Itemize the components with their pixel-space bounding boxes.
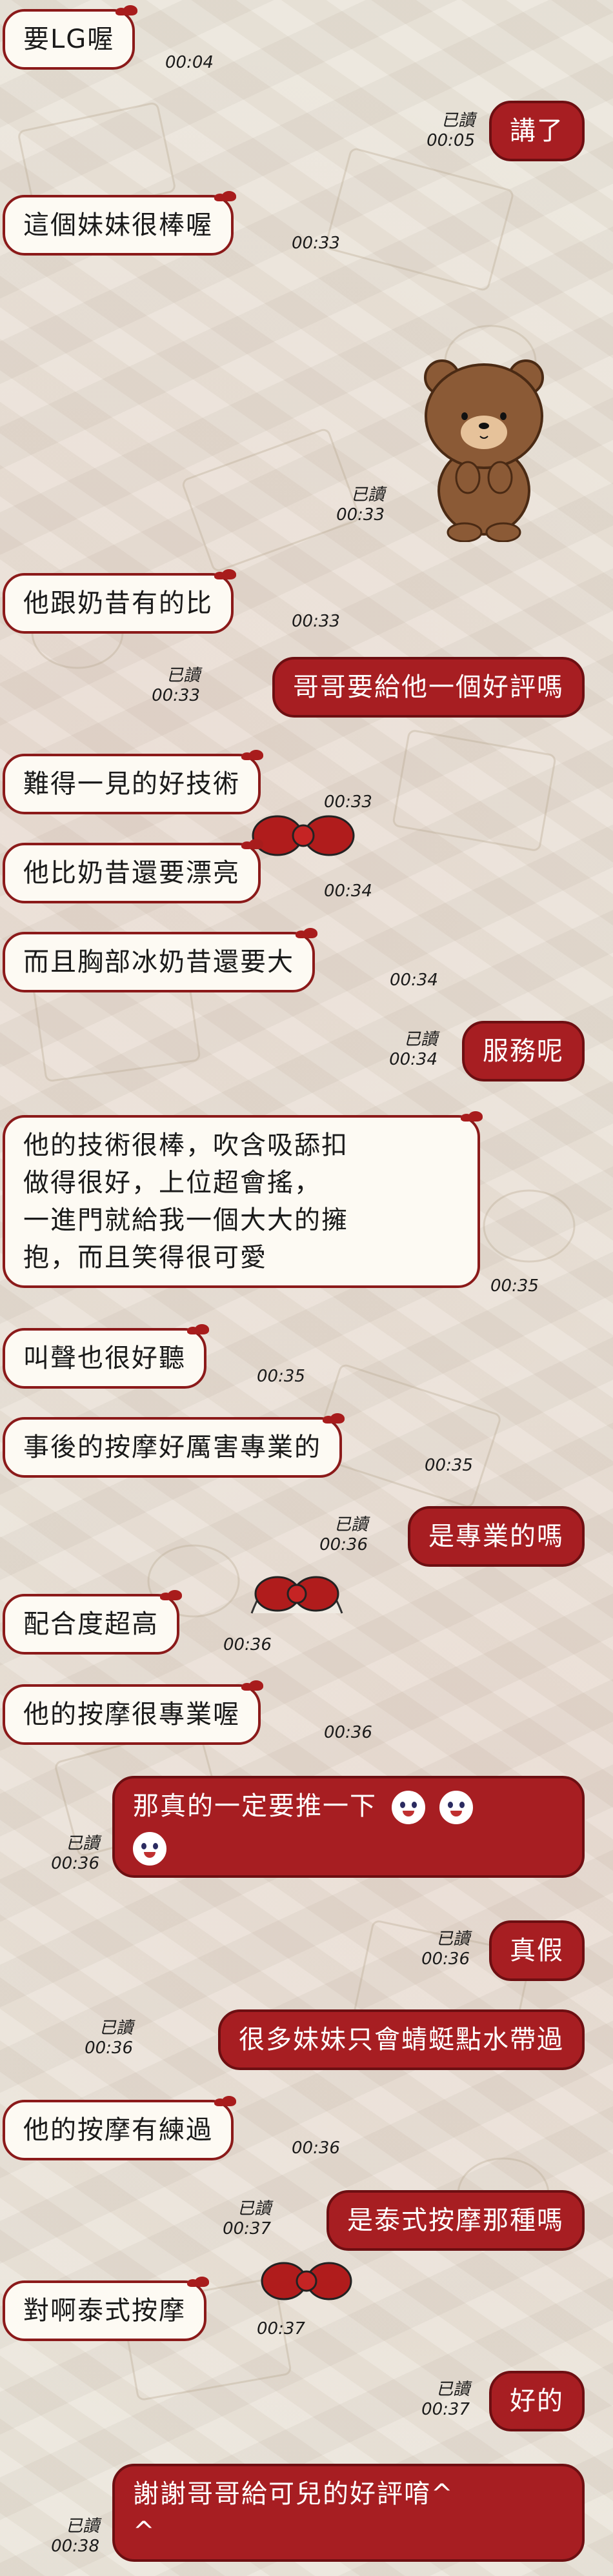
message-bubble-sent[interactable]: 哥哥要給他一個好評嗎	[272, 657, 585, 718]
message-bubble-sent[interactable]: 服務呢	[462, 1021, 585, 1082]
message-line: 做得很好，上位超會搖，	[23, 1168, 321, 1198]
read-receipt: 已讀	[441, 111, 475, 130]
message-bubble-sent[interactable]: 謝謝哥哥給可兒的好評唷^ ^	[112, 2464, 585, 2562]
message-meta: 已讀 00:36	[51, 1834, 99, 1874]
message-time: 00:35	[425, 1456, 473, 1475]
message-bubble-sent[interactable]: 講了	[489, 101, 585, 161]
message-bubble-sent[interactable]: 那真的一定要推一下	[112, 1776, 585, 1878]
bow-decoration	[250, 1576, 343, 1614]
message-time: 00:34	[324, 881, 372, 901]
message-line: 他的技術很棒，吹含吸舔扣	[23, 1131, 348, 1160]
message-time: 00:36	[223, 1635, 272, 1655]
message-meta: 已讀 00:33	[336, 485, 385, 525]
message-bubble-received[interactable]: 難得一見的好技術	[3, 750, 263, 814]
message-bubble-sent[interactable]: 好的	[489, 2371, 585, 2431]
read-receipt: 已讀	[436, 1929, 470, 1949]
read-receipt: 已讀	[65, 2517, 99, 2536]
message-time: 00:34	[389, 1050, 437, 1070]
message-meta: 已讀 00:38	[51, 2517, 99, 2557]
message-text: 那真的一定要推一下	[133, 1791, 377, 1821]
message-time: 00:33	[292, 612, 340, 631]
message-bubble-received[interactable]: 對啊泰式按摩	[3, 2277, 209, 2341]
message-time: 00:36	[319, 1535, 368, 1555]
message-bubble-received[interactable]: 要LG喔	[3, 5, 138, 70]
message-bubble-received[interactable]: 而且胸部冰奶昔還要大	[3, 928, 317, 992]
smile-emoji-icon	[391, 1791, 425, 1824]
message-time: 00:36	[292, 2138, 340, 2158]
message-time: 00:37	[257, 2319, 305, 2339]
message-meta: 已讀 00:36	[421, 1929, 470, 1969]
read-receipt: 已讀	[436, 2380, 470, 2399]
message-meta: 已讀 00:37	[421, 2380, 470, 2420]
message-time: 00:33	[292, 234, 340, 253]
message-bubble-sent[interactable]: 是專業的嗎	[408, 1506, 585, 1567]
message-time: 00:36	[421, 1949, 470, 1969]
read-receipt: 已讀	[65, 1834, 99, 1853]
read-receipt: 已讀	[403, 1030, 437, 1049]
message-bubble-received[interactable]: 他的按摩很專業喔	[3, 1680, 263, 1745]
read-receipt: 已讀	[166, 666, 200, 685]
message-time: 00:05	[427, 131, 475, 151]
smile-emoji-icon	[439, 1791, 474, 1824]
read-receipt: 已讀	[99, 2018, 133, 2038]
message-bubble-received[interactable]: 他比奶昔還要漂亮	[3, 839, 263, 903]
brown-bear-sticker[interactable]	[413, 348, 555, 542]
message-bubble-received[interactable]: 他跟奶昔有的比	[3, 569, 236, 634]
message-time: 00:36	[85, 2038, 133, 2058]
message-time: 00:38	[51, 2537, 99, 2557]
message-bubble-received[interactable]: 事後的按摩好厲害專業的	[3, 1413, 345, 1478]
message-bubble-sent[interactable]: 真假	[489, 1920, 585, 1981]
message-bubble-received[interactable]: 配合度超高	[3, 1590, 182, 1655]
message-meta: 已讀 00:05	[427, 111, 475, 151]
message-time: 00:33	[152, 686, 200, 706]
message-time: 00:35	[490, 1276, 539, 1296]
read-receipt: 已讀	[334, 1515, 368, 1535]
message-line: ^	[133, 2517, 156, 2546]
message-bubble-sent[interactable]: 是泰式按摩那種嗎	[327, 2190, 585, 2251]
message-bubble-received[interactable]: 叫聲也很好聽	[3, 1324, 209, 1389]
message-meta: 已讀 00:37	[223, 2199, 271, 2239]
message-time: 00:33	[324, 792, 372, 812]
message-bubble-received[interactable]: 他的按摩有練過	[3, 2096, 236, 2160]
message-meta: 已讀 00:36	[319, 1515, 368, 1555]
smile-emoji-icon	[133, 1832, 166, 1866]
message-bubble-sent[interactable]: 很多妹妹只會蜻蜓點水帶過	[218, 2009, 585, 2070]
message-time: 00:37	[421, 2400, 470, 2420]
read-receipt: 已讀	[237, 2199, 271, 2219]
message-time: 00:36	[324, 1723, 372, 1742]
message-time: 00:34	[390, 971, 438, 990]
message-time: 00:37	[223, 2219, 271, 2239]
message-time: 00:35	[257, 1367, 305, 1386]
message-line: 一進門就給我一個大大的擁	[23, 1205, 348, 1235]
message-time: 00:04	[165, 53, 214, 72]
message-time: 00:33	[336, 505, 385, 525]
message-meta: 已讀 00:33	[152, 666, 200, 706]
message-line: 謝謝哥哥給可兒的好評唷^	[133, 2479, 454, 2509]
message-bubble-received[interactable]: 這個妹妹很棒喔	[3, 191, 236, 256]
message-line: 抱，而且笑得很可愛	[23, 1243, 267, 1273]
message-meta: 已讀 00:34	[389, 1030, 437, 1070]
chat-background: 要LG喔 00:04 已讀 00:05 講了 這個妹妹很棒喔 00:33 已讀 …	[0, 0, 613, 2576]
read-receipt: 已讀	[350, 485, 385, 505]
message-bubble-received[interactable]: 他的技術很棒，吹含吸舔扣 做得很好，上位超會搖， 一進門就給我一個大大的擁 抱，…	[3, 1111, 483, 1288]
bow-decoration	[261, 2262, 352, 2300]
message-meta: 已讀 00:36	[85, 2018, 133, 2058]
message-time: 00:36	[51, 1854, 99, 1874]
